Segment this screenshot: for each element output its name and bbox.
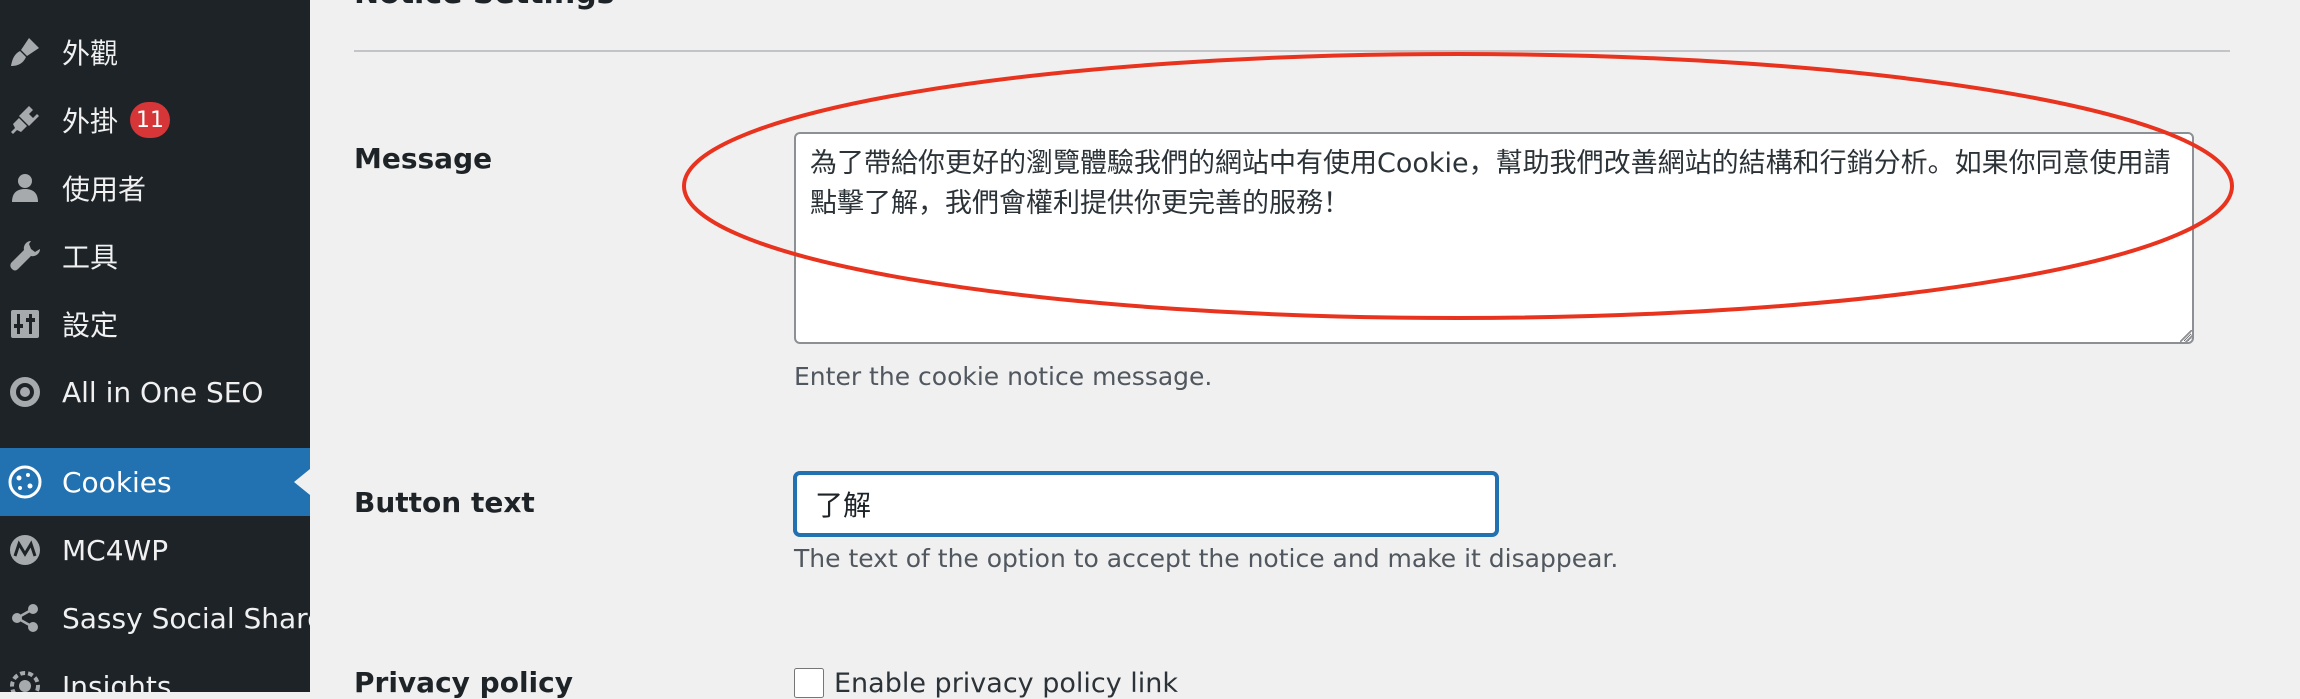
insights-gear-icon [7,668,43,692]
plugin-icon [7,102,43,138]
sidebar-item-label: Insights [62,669,172,693]
sidebar-item-mc4wp[interactable]: MC4WP [0,520,310,580]
message-help-text: Enter the cookie notice message. [794,362,1213,391]
sidebar-item-label: 設定 [62,309,119,342]
textarea-resize-handle[interactable] [2180,330,2192,342]
message-textarea[interactable] [794,132,2194,344]
update-count-badge: 11 [130,102,170,138]
sidebar-item-label: All in One SEO [62,375,264,409]
aioseo-gear-icon [7,374,43,410]
settings-sliders-icon [7,306,43,342]
share-icon [7,600,43,636]
paintbrush-icon [7,34,43,70]
sidebar-item-sassy-social-share[interactable]: Sassy Social Share [0,588,310,648]
wrench-icon [7,238,43,274]
section-heading: Notice Settings [354,0,615,11]
sidebar-item-label: 外觀 [62,37,119,70]
sidebar-item-tools[interactable]: 工具 [0,226,310,286]
sidebar-item-label: 外掛 [62,105,119,138]
sidebar-item-label: 工具 [62,241,119,274]
cookie-icon [7,464,43,500]
user-icon [7,170,43,206]
sidebar-item-appearance[interactable]: 外觀 [0,22,310,82]
button-text-help-text: The text of the option to accept the not… [794,544,1619,573]
sidebar-item-label: Cookies [62,465,172,499]
sidebar-item-insights[interactable]: Insights [0,656,310,692]
sidebar-item-label: MC4WP [62,533,169,567]
section-divider [354,50,2230,52]
button-text-input[interactable] [794,472,1498,536]
sidebar-item-cookies[interactable]: Cookies [0,448,310,516]
sidebar-item-all-in-one-seo[interactable]: All in One SEO [0,362,310,422]
sidebar-item-label: 使用者 [62,173,147,206]
privacy-policy-checkbox[interactable] [794,668,824,698]
sidebar-item-label: Sassy Social Share [62,601,310,635]
button-text-label: Button text [354,486,535,519]
privacy-policy-label: Privacy policy [354,666,573,699]
sidebar-item-plugins[interactable]: 外掛 11 [0,90,310,150]
settings-main: Notice Settings Message Enter the cookie… [310,0,2300,699]
mc4wp-icon [7,532,43,568]
sidebar-item-users[interactable]: 使用者 [0,158,310,218]
sidebar-item-settings[interactable]: 設定 [0,294,310,354]
admin-sidebar: 外觀 外掛 11 使用者 工具 設定 All in One SEO Cookie… [0,0,310,692]
message-label: Message [354,142,493,175]
privacy-policy-checkbox-label[interactable]: Enable privacy policy link [834,668,1178,699]
active-indicator-arrow [294,469,310,495]
